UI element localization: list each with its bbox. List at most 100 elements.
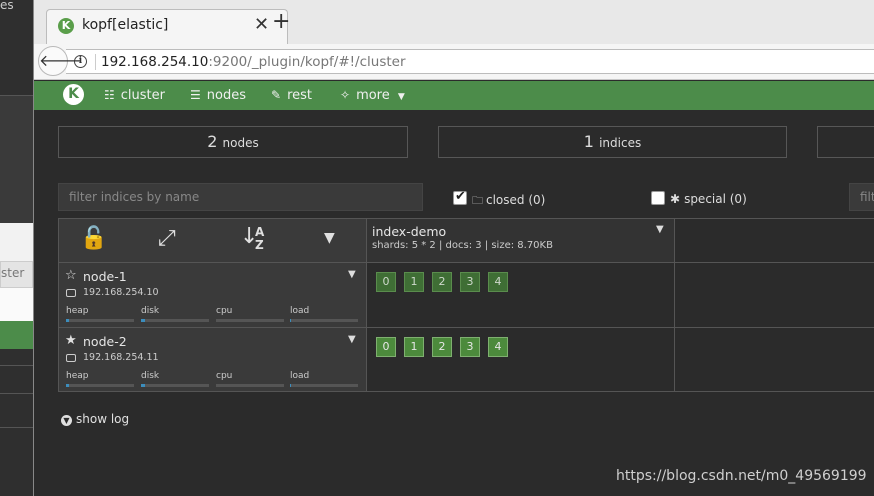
grid-toolbar: 🔓 ⤢ ↓ A Z ▼ <box>58 218 366 262</box>
bg-window-dark-top: es <box>0 0 33 95</box>
back-button[interactable]: 🡐 <box>38 46 82 76</box>
bg-window-dark-bottom <box>0 349 33 496</box>
new-tab-button[interactable]: + <box>272 9 290 35</box>
closed-label-text: closed (0) <box>486 193 546 207</box>
heap-bar <box>66 384 134 387</box>
load-bar <box>290 319 358 322</box>
bg-window-white-row <box>0 288 33 321</box>
caret-down-icon[interactable]: ▼ <box>324 230 335 246</box>
index-meta: shards: 5 * 2 | docs: 3 | size: 8.70KB <box>372 240 553 251</box>
shard-replica[interactable]: 3 <box>460 272 480 292</box>
cpu-bar <box>216 384 284 387</box>
shard-replica[interactable]: 0 <box>376 272 396 292</box>
cluster-view: 2 nodes 1 indices filter indices by name… <box>34 110 874 496</box>
metric-heap-label: heap <box>66 306 89 316</box>
indices-count-box[interactable]: 1 indices <box>438 126 787 158</box>
index-header[interactable]: index-demo shards: 5 * 2 | docs: 3 | siz… <box>367 218 674 262</box>
node-name: node-2 <box>83 334 127 349</box>
metric-heap-label: heap <box>66 371 89 381</box>
metric-load-label: load <box>290 306 310 316</box>
nav-item-label: more <box>356 88 390 103</box>
third-stat-box[interactable] <box>817 126 874 158</box>
node-row: ★ node-2 ▼ 192.168.254.11 heap disk cpu … <box>58 328 366 392</box>
nav-item-nodes[interactable]: ☰ nodes <box>190 88 246 103</box>
background-window: es ster <box>0 0 33 496</box>
url-field[interactable]: i 192.168.254.10:9200/_plugin/kopf/#!/cl… <box>66 49 874 74</box>
nav-item-rest[interactable]: ✎ rest <box>271 88 312 103</box>
node-ip: 192.168.254.10 <box>83 287 159 298</box>
index-caret-icon[interactable]: ▼ <box>656 224 664 235</box>
shard-primary[interactable]: 4 <box>488 337 508 357</box>
url-path: :9200/_plugin/kopf/#!/cluster <box>208 54 406 70</box>
grid-line <box>58 262 874 263</box>
tab-title: kopf[elastic] <box>82 17 169 33</box>
special-filter-label: ✱ special (0) <box>670 192 747 206</box>
grid-line <box>674 218 675 392</box>
shard-primary[interactable]: 2 <box>432 337 452 357</box>
node-caret-icon[interactable]: ▼ <box>348 269 356 280</box>
nodes-count-label: nodes <box>222 136 259 150</box>
nav-item-label: nodes <box>206 88 246 103</box>
grid-line <box>58 391 874 392</box>
metric-cpu-label: cpu <box>216 306 233 316</box>
filter-nodes-input[interactable]: filte <box>849 183 874 211</box>
sort-alpha-icon[interactable]: ↓ A Z <box>240 224 264 252</box>
special-checkbox[interactable] <box>651 191 665 205</box>
closed-filter-label: 🗀 closed (0) <box>472 192 545 211</box>
back-arrow-icon: 🡐 <box>39 51 82 70</box>
chevron-down-circle-icon: ▼ <box>61 415 72 426</box>
filter-indices-input[interactable]: filter indices by name <box>58 183 423 211</box>
nav-item-cluster[interactable]: ☷ cluster <box>104 88 165 103</box>
expand-icon[interactable]: ⤢ <box>158 226 176 251</box>
checkmark-icon: ✔ <box>455 189 466 204</box>
bg-window-label-top: es <box>0 0 14 12</box>
bg-window-light-row <box>0 223 33 261</box>
folder-icon: 🗀 <box>472 194 483 207</box>
star-filled-icon: ★ <box>65 333 77 348</box>
shard-primary[interactable]: 3 <box>460 337 480 357</box>
bg-window-label-mid: ster <box>1 266 25 280</box>
tab-close-icon[interactable]: ✕ <box>254 14 269 35</box>
url-text: 192.168.254.10:9200/_plugin/kopf/#!/clus… <box>101 54 406 70</box>
node-row: ☆ node-1 ▼ 192.168.254.10 heap disk cpu … <box>58 263 366 327</box>
shard-replica[interactable]: 4 <box>488 272 508 292</box>
bg-window-field: ster <box>0 261 33 288</box>
nav-item-label: cluster <box>120 88 165 103</box>
metric-cpu-label: cpu <box>216 371 233 381</box>
kopf-logo-icon[interactable]: K <box>63 84 84 105</box>
asterisk-icon: ✱ <box>670 192 681 206</box>
list-icon: ☰ <box>190 88 201 102</box>
url-separator <box>95 54 96 70</box>
url-host: 192.168.254.10 <box>101 54 209 70</box>
caret-down-icon: ▼ <box>397 92 405 102</box>
heap-bar <box>66 319 134 322</box>
grid-line <box>58 327 874 328</box>
unlock-icon[interactable]: 🔓 <box>80 226 107 251</box>
grid-line <box>366 218 367 392</box>
load-bar <box>290 384 358 387</box>
shard-replica[interactable]: 1 <box>404 272 424 292</box>
shard-replica[interactable]: 2 <box>432 272 452 292</box>
indices-count-label: indices <box>599 136 642 150</box>
tab-bar: K kopf[elastic] ✕ + <box>34 0 874 44</box>
show-log-label: show log <box>76 412 130 426</box>
browser-tab[interactable]: K kopf[elastic] ✕ <box>46 9 288 44</box>
bg-window-green-bar <box>0 321 33 349</box>
sitemap-icon: ☷ <box>104 88 115 102</box>
nav-item-more[interactable]: ✧ more ▼ <box>340 88 405 103</box>
node-caret-icon[interactable]: ▼ <box>348 334 356 345</box>
shard-primary[interactable]: 1 <box>404 337 424 357</box>
kopf-favicon-icon: K <box>58 18 74 34</box>
show-log-toggle[interactable]: ▼ show log <box>61 412 129 426</box>
kopf-navbar: K ☷ cluster ☰ nodes ✎ rest ✧ more ▼ <box>34 81 874 110</box>
nodes-count-box[interactable]: 2 nodes <box>58 126 408 158</box>
watermark-text: https://blog.csdn.net/m0_49569199 <box>616 468 867 484</box>
grid-line <box>58 218 874 219</box>
node-ip: 192.168.254.11 <box>83 352 159 363</box>
closed-checkbox[interactable]: ✔ <box>453 189 467 205</box>
nav-item-label: rest <box>287 88 312 103</box>
shard-primary[interactable]: 0 <box>376 337 396 357</box>
node-name: node-1 <box>83 269 127 284</box>
cluster-grid: 🔓 ⤢ ↓ A Z ▼ index-demo shards: 5 * 2 | doc… <box>58 218 874 392</box>
hdd-icon <box>66 354 76 362</box>
